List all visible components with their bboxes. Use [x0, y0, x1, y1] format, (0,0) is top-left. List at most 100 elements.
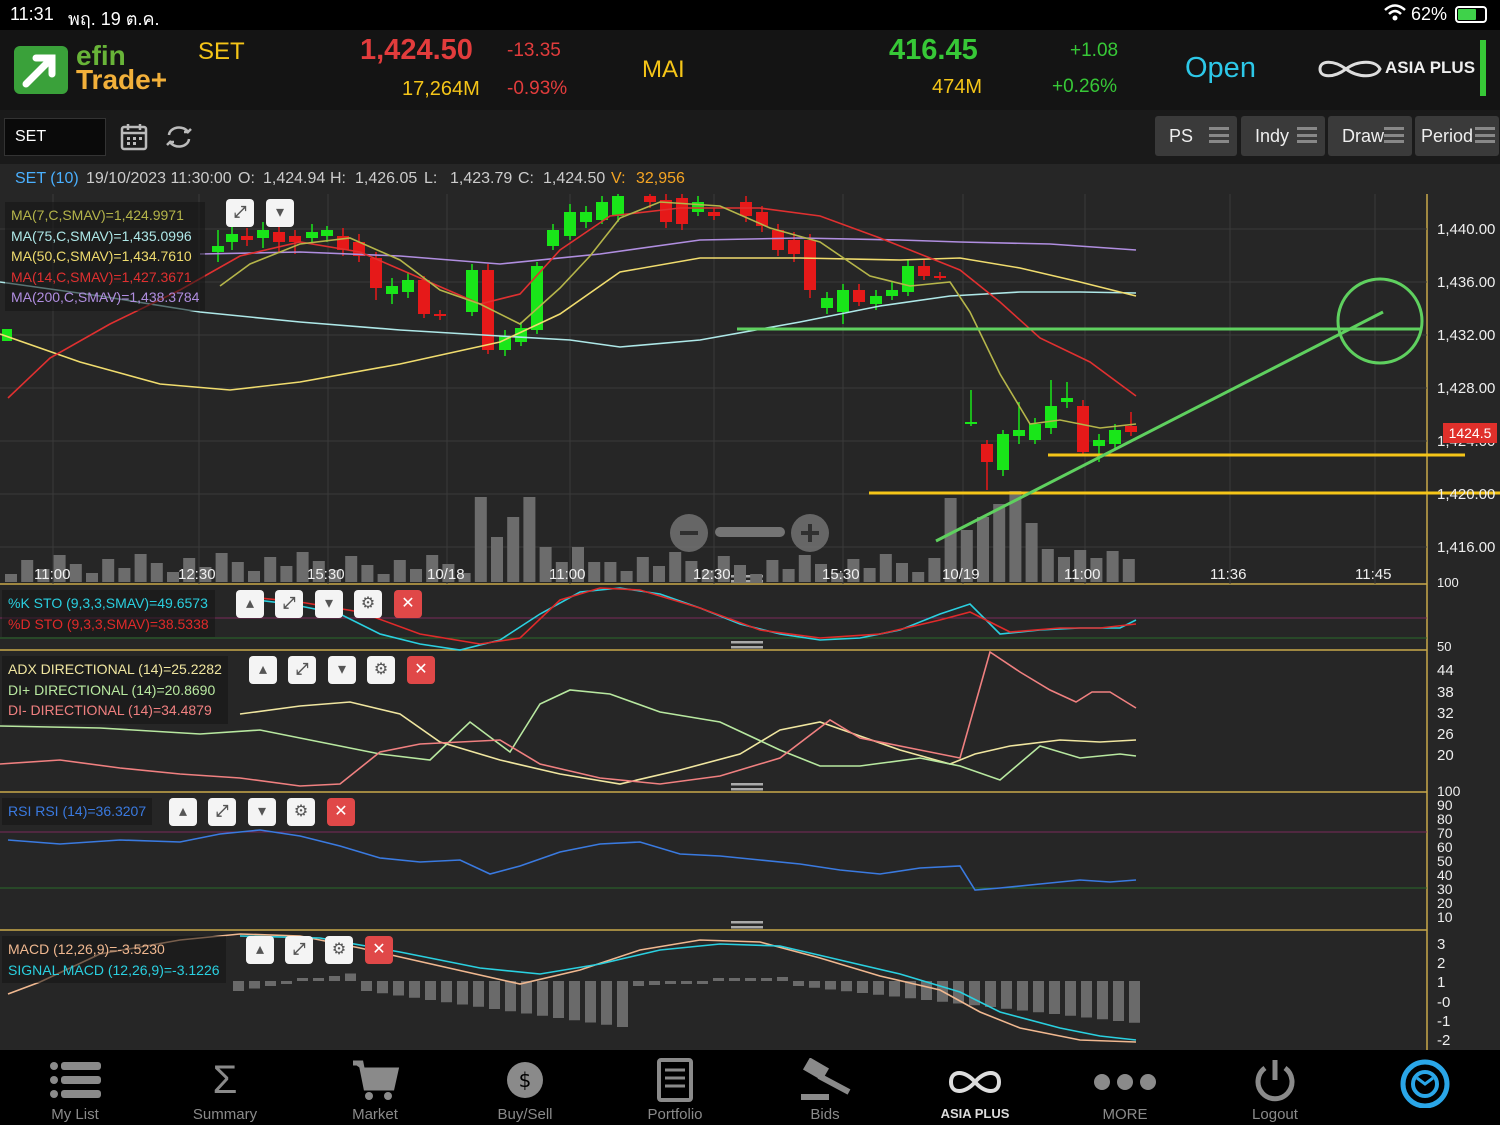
efin-logo-icon	[14, 46, 68, 94]
power-icon	[1200, 1058, 1350, 1111]
ma7-line	[219, 201, 1137, 429]
zoom-slider[interactable]	[715, 527, 785, 537]
info-open-label: O:	[238, 170, 255, 187]
candle	[1013, 430, 1025, 436]
nav-refresh-circle[interactable]	[1350, 1050, 1500, 1125]
nav-label: Market	[352, 1106, 398, 1123]
settings-gear-icon[interactable]: ⚙	[367, 656, 395, 684]
nav-label: ASIA PLUS	[940, 1106, 1010, 1121]
info-close-label: C:	[518, 170, 534, 187]
volume-bar	[86, 573, 98, 582]
signal-legend-line: SIGNAL MACD (12,26,9)=-3.1226	[8, 961, 220, 978]
macd-histogram-bar	[617, 981, 628, 1027]
symbol-input[interactable]	[4, 118, 106, 156]
status-time: 11:31	[10, 4, 54, 24]
volume-bar	[1009, 491, 1022, 582]
nav-label: My List	[51, 1106, 99, 1123]
macd-histogram-bar	[537, 981, 548, 1016]
macd-tick: 3	[1437, 936, 1446, 953]
macd-histogram-bar	[1049, 981, 1060, 1014]
connection-indicator	[1480, 40, 1486, 96]
nav-more[interactable]: MORE	[1050, 1050, 1200, 1125]
expand-icon[interactable]: ⤢	[226, 199, 254, 227]
expand-icon[interactable]: ⤢	[208, 798, 236, 826]
period-button-label: Period	[1421, 126, 1474, 146]
volume-bar	[215, 553, 228, 582]
asiaplus-icon	[900, 1058, 1050, 1111]
close-icon[interactable]: ✕	[394, 590, 422, 618]
nav-summary[interactable]: Σ Summary	[150, 1050, 300, 1125]
settings-gear-icon[interactable]: ⚙	[287, 798, 315, 826]
nav-label: Summary	[192, 1106, 258, 1123]
candle	[289, 236, 301, 242]
close-icon[interactable]: ✕	[407, 656, 435, 684]
macd-histogram-bar	[745, 978, 756, 981]
mai-label[interactable]: MAI	[642, 56, 685, 84]
indy-button[interactable]: Indy	[1241, 116, 1325, 156]
macd-histogram-bar	[649, 981, 660, 985]
move-up-icon[interactable]: ▴	[236, 590, 264, 618]
rsi-tick: 10	[1437, 909, 1453, 925]
expand-icon[interactable]: ⤢	[288, 656, 316, 684]
nav-my-list[interactable]: My List	[0, 1050, 150, 1125]
move-up-icon[interactable]: ▴	[169, 798, 197, 826]
nav-asia-plus[interactable]: ASIA PLUS	[900, 1050, 1050, 1125]
zoom-in-icon[interactable]	[791, 514, 829, 552]
candle	[997, 434, 1009, 470]
move-up-icon[interactable]: ▴	[246, 936, 274, 964]
zoom-out-icon[interactable]	[670, 514, 708, 552]
nav-logout[interactable]: Logout	[1200, 1050, 1350, 1125]
nav-market[interactable]: Market	[300, 1050, 450, 1125]
calendar-icon[interactable]	[119, 122, 149, 159]
macd-histogram-bar	[1033, 981, 1044, 1013]
move-down-icon[interactable]: ▾	[328, 656, 356, 684]
macd-histogram-bar	[233, 981, 244, 991]
macd-histogram-bar	[361, 981, 372, 991]
close-icon[interactable]: ✕	[365, 936, 393, 964]
close-icon[interactable]: ✕	[327, 798, 355, 826]
adx-tick: 44	[1437, 662, 1454, 679]
ma75-legend: MA(75,C,SMAV)=1,435.0996	[11, 227, 192, 244]
refresh-icon[interactable]	[164, 122, 194, 159]
move-down-icon[interactable]: ▾	[266, 199, 294, 227]
move-up-icon[interactable]: ▴	[249, 656, 277, 684]
move-down-icon[interactable]: ▾	[248, 798, 276, 826]
volume-bar	[879, 554, 892, 582]
macd-histogram-bar	[377, 981, 388, 994]
volume-bar	[491, 537, 503, 582]
chart-canvas[interactable]	[0, 194, 1500, 1050]
nav-buy-sell[interactable]: $ Buy/Sell	[450, 1050, 600, 1125]
set-label[interactable]: SET	[198, 38, 245, 66]
settings-gear-icon[interactable]: ⚙	[325, 936, 353, 964]
volume-bar	[782, 569, 795, 582]
trend-line	[935, 310, 1384, 543]
date-tick: 10/18	[427, 566, 465, 583]
draw-button[interactable]: Draw	[1328, 116, 1412, 156]
candle	[981, 444, 993, 462]
expand-icon[interactable]: ⤢	[285, 936, 313, 964]
candle	[306, 232, 318, 238]
move-down-icon[interactable]: ▾	[315, 590, 343, 618]
expand-icon[interactable]: ⤢	[275, 590, 303, 618]
candle	[1045, 406, 1057, 428]
volume-bar	[410, 569, 422, 582]
ohlc-info-bar: SET (10) 19/10/2023 11:30:00 O: 1,424.94…	[0, 164, 1500, 194]
mai-volume: 474M	[932, 76, 983, 98]
candle	[547, 230, 559, 246]
volume-bar	[118, 568, 131, 582]
nav-portfolio[interactable]: Portfolio	[600, 1050, 750, 1125]
macd-histogram-bar	[265, 981, 276, 986]
nav-bids[interactable]: Bids	[750, 1050, 900, 1125]
nav-label: Buy/Sell	[497, 1106, 553, 1123]
candle	[1093, 440, 1105, 446]
chart-area[interactable]: MA(7,C,SMAV)=1,424.9971 MA(75,C,SMAV)=1,…	[0, 194, 1500, 1050]
settings-gear-icon[interactable]: ⚙	[354, 590, 382, 618]
period-button[interactable]: Period	[1415, 116, 1499, 156]
adx-line	[239, 701, 1137, 785]
ps-button[interactable]: PS	[1155, 116, 1237, 156]
candle	[886, 290, 898, 296]
volume-bar	[653, 566, 665, 582]
info-low: 1,423.79	[450, 170, 513, 187]
macd-histogram-bar	[841, 981, 852, 992]
adx-tick: 20	[1437, 747, 1454, 764]
